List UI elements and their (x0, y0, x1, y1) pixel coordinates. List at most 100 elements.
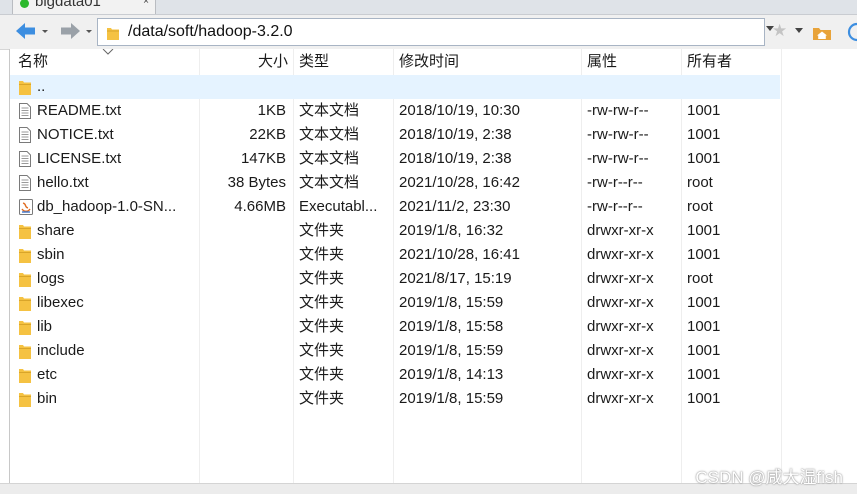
file-owner: root (687, 198, 713, 215)
file-name: lib (37, 318, 53, 335)
file-modified-time: 2018/10/19, 2:38 (399, 126, 512, 143)
back-history-dropdown[interactable] (41, 21, 51, 41)
file-owner: 1001 (687, 390, 721, 407)
file-modified-time: 2018/10/19, 10:30 (399, 102, 520, 119)
chevron-down-icon (42, 30, 48, 33)
session-tab[interactable]: bigdata01 × (12, 0, 156, 14)
file-attributes: drwxr-xr-x (587, 318, 654, 335)
file-name: libexec (37, 294, 84, 311)
file-attributes (587, 75, 682, 99)
file-attributes: drwxr-xr-x (587, 270, 654, 287)
file-size: 1KB (257, 102, 286, 119)
column-header-name[interactable]: 名称 (18, 49, 48, 74)
bookmark-dropdown-icon[interactable] (795, 28, 803, 34)
folder-icon (18, 246, 34, 264)
column-header-size[interactable]: 大小 (200, 49, 288, 74)
file-list-row[interactable]: lib 文件夹 2019/1/8, 15:58 drwxr-xr-x 1001 (10, 315, 780, 339)
text-file-icon (18, 174, 34, 192)
text-file-icon (18, 126, 34, 144)
file-list-row[interactable]: hello.txt 38 Bytes 文本文档 2021/10/28, 16:42 -r… (10, 171, 780, 195)
file-size (200, 219, 286, 243)
file-owner: 1001 (687, 126, 721, 143)
folder-icon (18, 222, 34, 240)
file-modified-time: 2019/1/8, 15:59 (399, 390, 504, 407)
file-list-row[interactable]: etc 文件夹 2019/1/8, 14:13 drwxr-xr-x 1001 (10, 363, 780, 387)
file-owner: 1001 (687, 294, 721, 311)
file-name: db_hadoop-1.0-SN... (37, 198, 177, 215)
file-modified-time: 2019/1/8, 14:13 (399, 366, 504, 383)
file-type: 文件夹 (299, 246, 345, 263)
file-size (200, 243, 286, 267)
folder-icon (18, 342, 34, 360)
file-modified-time (399, 75, 584, 99)
file-attributes: drwxr-xr-x (587, 222, 654, 239)
file-owner: 1001 (687, 150, 721, 167)
file-list-row[interactable]: include 文件夹 2019/1/8, 15:59 drwxr-xr-x 1001 (10, 339, 780, 363)
session-tab-title: bigdata01 (35, 0, 101, 10)
file-name: etc (37, 366, 58, 383)
file-size (200, 291, 286, 315)
column-header-modified[interactable]: 修改时间 (399, 49, 459, 74)
file-type: 文件夹 (299, 294, 345, 311)
file-type: Executabl... (299, 198, 378, 215)
file-size: 4.66MB (234, 198, 286, 215)
refresh-icon[interactable] (842, 21, 857, 43)
file-list-row[interactable]: README.txt 1KB 文本文档 2018/10/19, 10:30 -rw-rw… (10, 99, 780, 123)
file-list-row[interactable]: libexec 文件夹 2019/1/8, 15:59 drwxr-xr-x 1001 (10, 291, 780, 315)
address-toolbar: /data/soft/hadoop-3.2.0 ★ (0, 15, 857, 50)
file-list-row[interactable]: bin 文件夹 2019/1/8, 15:59 drwxr-xr-x 1001 (10, 387, 780, 411)
folder-icon (107, 28, 119, 40)
file-list-row[interactable]: share 文件夹 2019/1/8, 16:32 drwxr-xr-x 1001 (10, 219, 780, 243)
address-bar[interactable]: /data/soft/hadoop-3.2.0 (97, 18, 765, 46)
tab-strip: bigdata01 × (0, 0, 857, 15)
file-attributes: -rw-rw-r-- (587, 126, 649, 143)
file-list[interactable]: 名称 大小 类型 修改时间 属性 所有者 .. README.txt 1KB 文本文档… (9, 49, 857, 483)
file-size (200, 75, 286, 99)
file-owner: 1001 (687, 318, 721, 335)
column-header-owner[interactable]: 所有者 (687, 49, 732, 74)
file-list-row[interactable]: NOTICE.txt 22KB 文本文档 2018/10/19, 2:38 -rw-rw… (10, 123, 780, 147)
column-header-type[interactable]: 类型 (299, 49, 329, 74)
file-list-row[interactable]: .. (10, 75, 780, 99)
file-size: 147KB (240, 150, 286, 167)
file-type: 文件夹 (299, 318, 345, 335)
file-size (200, 315, 286, 339)
forward-button[interactable] (58, 21, 84, 41)
file-list-row[interactable]: logs 文件夹 2021/8/17, 15:19 drwxr-xr-x root (10, 267, 780, 291)
file-owner: 1001 (687, 102, 721, 119)
file-owner: root (687, 270, 713, 287)
file-type: 文本文档 (299, 102, 360, 119)
forward-history-dropdown[interactable] (85, 21, 95, 41)
file-owner: 1001 (687, 342, 721, 359)
file-attributes: drwxr-xr-x (587, 246, 654, 263)
file-attributes: drwxr-xr-x (587, 294, 654, 311)
connected-status-icon (20, 0, 29, 8)
file-list-row[interactable]: db_hadoop-1.0-SN... 4.66MB Executabl... 202… (10, 195, 780, 219)
home-folder-icon[interactable] (812, 23, 832, 41)
file-modified-time: 2019/1/8, 15:59 (399, 294, 504, 311)
file-type: 文本文档 (299, 126, 360, 143)
file-modified-time: 2018/10/19, 2:38 (399, 150, 512, 167)
file-list-row[interactable]: LICENSE.txt 147KB 文本文档 2018/10/19, 2:38 -rw-… (10, 147, 780, 171)
file-name: hello.txt (37, 174, 89, 191)
bookmark-star-icon[interactable]: ★ (772, 22, 787, 40)
file-owner: root (687, 174, 713, 191)
column-header-attributes[interactable]: 属性 (587, 49, 617, 74)
file-type: 文件夹 (299, 390, 345, 407)
watermark: CSDN @咸大湿fish (695, 468, 843, 487)
column-header: 名称 大小 类型 修改时间 属性 所有者 (10, 49, 857, 74)
file-type: 文件夹 (299, 222, 345, 239)
file-type: 文件夹 (299, 366, 345, 383)
file-type (299, 75, 389, 99)
tab-close-icon[interactable]: × (143, 0, 149, 7)
back-button[interactable] (14, 21, 40, 41)
file-size: 38 Bytes (227, 174, 286, 191)
file-type: 文件夹 (299, 270, 345, 287)
file-attributes: drwxr-xr-x (587, 342, 654, 359)
file-attributes: drwxr-xr-x (587, 390, 654, 407)
folder-icon (18, 270, 34, 288)
column-divider (781, 49, 782, 483)
file-list-row[interactable]: sbin 文件夹 2021/10/28, 16:41 drwxr-xr-x 1001 (10, 243, 780, 267)
file-owner: 1001 (687, 222, 721, 239)
file-name: NOTICE.txt (37, 126, 114, 143)
